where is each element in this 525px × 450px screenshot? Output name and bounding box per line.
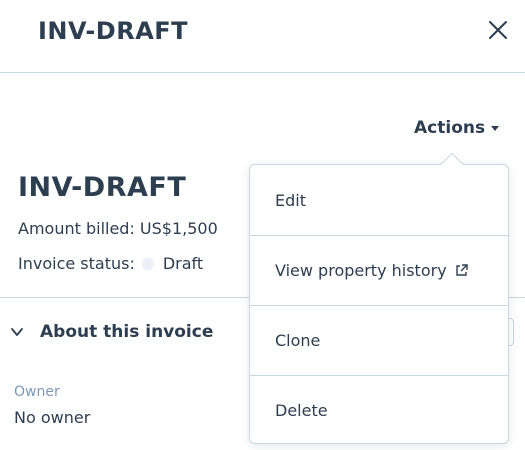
actions-label: Actions [414,118,486,138]
status-value: Draft [162,254,204,273]
about-section-toggle[interactable]: About this invoice [10,320,213,344]
amount-billed: Amount billed: US$1,500 [18,219,218,238]
external-link-icon [454,263,469,278]
caret-down-icon [491,125,500,131]
actions-button[interactable]: Actions [414,114,500,142]
menu-item-edit[interactable]: Edit [250,165,508,235]
status-label: Invoice status: [18,254,135,273]
menu-item-delete[interactable]: Delete [250,375,508,445]
panel-header: INV-DRAFT [0,0,525,73]
section-title: About this invoice [40,322,214,342]
invoice-status: Invoice status: Draft [18,253,203,275]
actions-dropdown-menu: Edit View property history Clone Delete [249,164,509,444]
menu-item-label: Clone [275,331,321,350]
menu-item-view-property-history[interactable]: View property history [250,235,508,305]
menu-item-label: View property history [275,261,447,280]
chevron-down-icon [11,328,23,336]
status-dot-icon [141,258,154,270]
record-title: INV-DRAFT [18,172,187,203]
menu-item-label: Edit [275,190,306,210]
menu-item-label: Delete [275,401,328,420]
owner-label: Owner [14,384,60,400]
owner-value: No owner [14,408,91,427]
menu-item-clone[interactable]: Clone [250,305,508,375]
close-icon [489,21,507,39]
close-button[interactable] [485,17,511,43]
panel-title: INV-DRAFT [38,17,189,45]
